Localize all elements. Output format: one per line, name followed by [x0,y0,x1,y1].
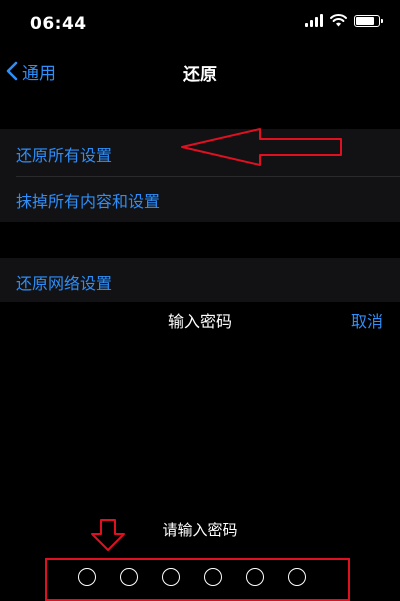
status-bar: 06:44 [0,0,400,46]
passcode-dot [288,568,306,586]
passcode-dot [78,568,96,586]
navigation-bar: 通用 还原 [0,46,400,96]
erase-all-content-item[interactable]: 抹掉所有内容和设置 [0,177,400,223]
cancel-button[interactable]: 取消 [351,308,383,332]
passcode-dots[interactable] [78,568,306,586]
passcode-sheet [0,302,400,601]
wifi-icon [330,14,347,27]
passcode-dot [204,568,222,586]
passcode-prompt: 请输入密码 [162,521,238,539]
erase-all-content-label: 抹掉所有内容和设置 [16,192,161,211]
passcode-dot [120,568,138,586]
cellular-signal-icon [305,14,323,27]
status-time: 06:44 [30,14,87,34]
reset-all-settings-item[interactable]: 还原所有设置 [0,131,400,177]
status-icons [305,14,383,27]
page-title: 还原 [183,65,217,85]
reset-all-settings-label: 还原所有设置 [16,146,113,165]
passcode-dot [246,568,264,586]
passcode-sheet-title: 输入密码 [167,312,232,331]
reset-network-settings-item[interactable]: 还原网络设置 [0,260,400,304]
battery-icon [354,14,383,27]
passcode-dot [162,568,180,586]
reset-network-settings-label: 还原网络设置 [16,274,113,293]
